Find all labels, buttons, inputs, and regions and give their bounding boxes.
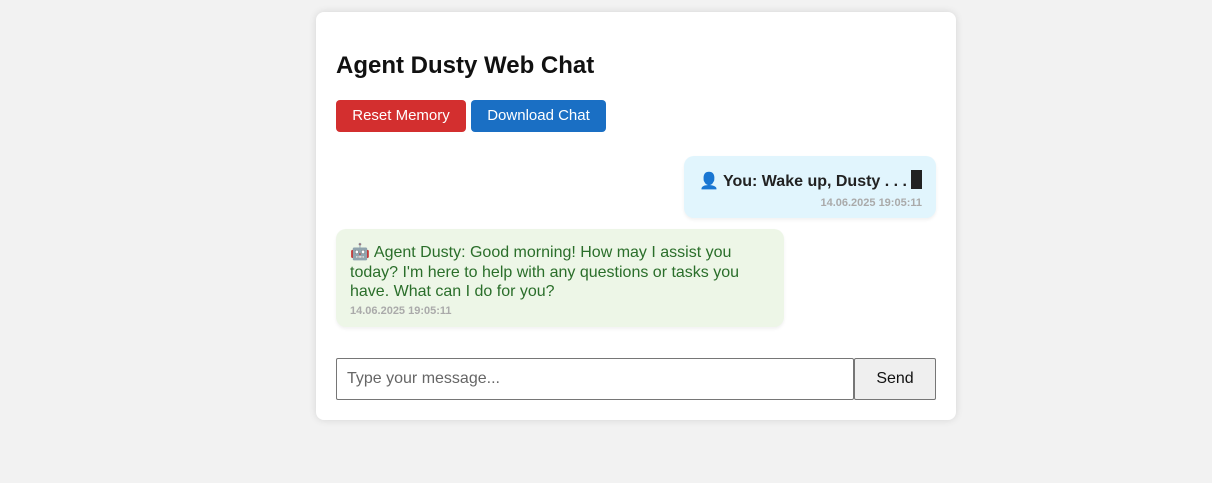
- chat-card: Agent Dusty Web Chat Reset Memory Downlo…: [316, 12, 956, 420]
- bot-message-text: Agent Dusty: Good morning! How may I ass…: [350, 244, 740, 300]
- robot-icon: 🤖: [350, 244, 370, 261]
- user-message-timestamp: 14.06.2025 19:05:11: [820, 197, 922, 209]
- bot-message-bubble: 🤖 Agent Dusty: Good morning! How may I as…: [336, 229, 784, 327]
- page-title: Agent Dusty Web Chat: [336, 52, 595, 79]
- typing-cursor-icon: [911, 170, 922, 189]
- download-chat-button[interactable]: Download Chat: [471, 100, 606, 132]
- user-silhouette-icon: 👤: [699, 173, 719, 190]
- bot-message-timestamp: 14.06.2025 19:05:11: [350, 305, 452, 317]
- user-message-bubble: 👤 You: Wake up, Dusty . . . 14.06.2025 19…: [684, 156, 936, 218]
- user-message-line: 👤 You: Wake up, Dusty . . .: [699, 170, 922, 193]
- reset-memory-button[interactable]: Reset Memory: [336, 100, 466, 132]
- send-button[interactable]: Send: [854, 358, 936, 400]
- bot-message-line: 🤖 Agent Dusty: Good morning! How may I as…: [350, 243, 755, 302]
- message-input[interactable]: [336, 358, 854, 400]
- user-message-text: You: Wake up, Dusty . . .: [722, 173, 907, 190]
